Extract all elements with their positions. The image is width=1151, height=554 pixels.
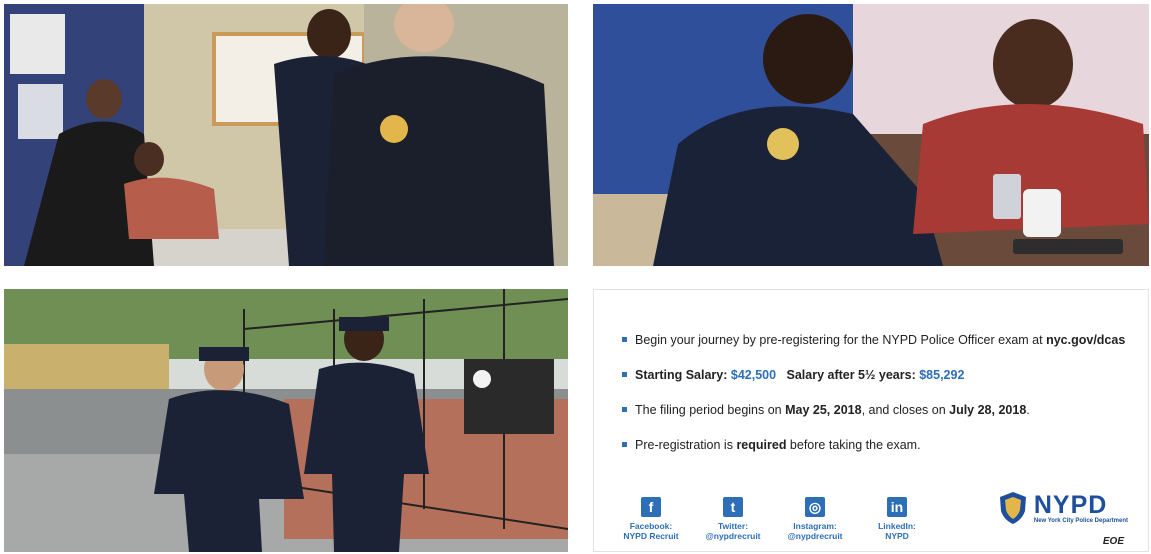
info-text: Begin your journey by pre-registering fo…: [635, 332, 1125, 348]
list-item: The filing period begins on May 25, 2018…: [622, 402, 1138, 418]
linkedin-link[interactable]: in LinkedIn: NYPD: [866, 497, 928, 541]
logo-title: NYPD: [1033, 490, 1108, 519]
social-links: f Facebook: NYPD Recruit t Twitter: @nyp…: [620, 497, 928, 541]
bullet-icon: [622, 372, 627, 377]
bullet-icon: [622, 337, 627, 342]
facebook-icon: f: [641, 497, 661, 517]
community-meeting-photo: [4, 4, 568, 266]
officers-on-patrol-photo: [4, 289, 568, 552]
info-text: Pre-registration is required before taki…: [635, 437, 921, 453]
starting-salary-label: Starting Salary:: [635, 368, 731, 382]
linkedin-label-line2: NYPD: [885, 531, 909, 541]
prereg-text-a: Pre-registration is: [635, 438, 737, 452]
facebook-label-line1: Facebook:: [629, 521, 673, 531]
bullet-icon: [622, 407, 627, 412]
nypd-logo: NYPD New York City Police Department: [998, 491, 1128, 525]
list-item: Begin your journey by pre-registering fo…: [622, 332, 1138, 348]
filing-text-a: The filing period begins on: [635, 403, 786, 417]
info-text-a: Begin your journey by pre-registering fo…: [635, 333, 1047, 347]
filing-end-date: July 28, 2018: [949, 403, 1027, 417]
twitter-label-line2: @nypdrecruit: [705, 531, 761, 541]
eoe-label: EOE: [1102, 536, 1124, 547]
facebook-label-line2: NYPD Recruit: [623, 531, 679, 541]
logo-subtitle: New York City Police Department: [1033, 517, 1128, 524]
info-list: Begin your journey by pre-registering fo…: [622, 332, 1138, 472]
twitter-link[interactable]: t Twitter: @nypdrecruit: [702, 497, 764, 541]
list-item: Pre-registration is required before taki…: [622, 437, 1138, 453]
info-text: Starting Salary: $42,500 Salary after 5½…: [635, 367, 964, 383]
prereg-text-b: before taking the exam.: [786, 438, 921, 452]
exam-url-link[interactable]: nyc.gov/dcas: [1046, 333, 1125, 347]
filing-text-b: , and closes on: [861, 403, 950, 417]
twitter-label-line1: Twitter:: [717, 521, 749, 531]
linkedin-icon: in: [887, 497, 907, 517]
starting-salary-value: $42,500: [730, 368, 777, 382]
later-salary-value: $85,292: [919, 368, 965, 382]
later-salary-label: Salary after 5½ years:: [786, 368, 920, 382]
twitter-icon: t: [723, 497, 743, 517]
instagram-label-line2: @nypdrecruit: [787, 531, 843, 541]
officer-with-resident-photo: [593, 4, 1149, 266]
list-item: Starting Salary: $42,500 Salary after 5½…: [622, 367, 1138, 383]
nypd-badge-icon: [999, 492, 1026, 524]
linkedin-label-line1: LinkedIn:: [878, 521, 916, 531]
recruitment-info-panel: Begin your journey by pre-registering fo…: [593, 289, 1149, 552]
instagram-icon: ◎: [805, 497, 825, 517]
instagram-link[interactable]: ◎ Instagram: @nypdrecruit: [784, 497, 846, 541]
facebook-link[interactable]: f Facebook: NYPD Recruit: [620, 497, 682, 541]
instagram-label-line1: Instagram:: [793, 521, 837, 531]
prereg-emphasis: required: [736, 438, 787, 452]
filing-start-date: May 25, 2018: [785, 403, 862, 417]
info-text: The filing period begins on May 25, 2018…: [635, 402, 1030, 418]
filing-text-c: .: [1026, 403, 1030, 417]
bullet-icon: [622, 442, 627, 447]
